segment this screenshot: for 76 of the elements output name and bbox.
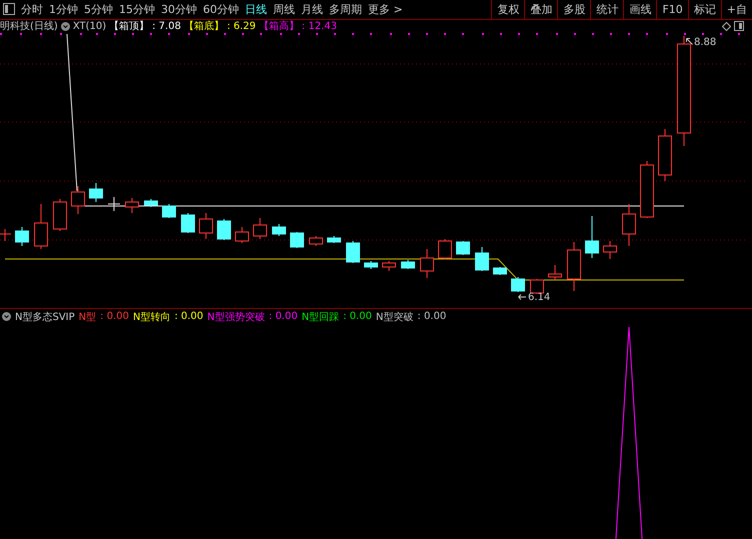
candlestick — [438, 238, 452, 260]
panel-icon[interactable] — [734, 21, 744, 31]
period-tab[interactable]: 60分钟 — [200, 0, 242, 19]
legend-label: 【箱顶】 — [109, 20, 150, 33]
candlestick — [585, 216, 599, 258]
legend-value: : 0.00 — [174, 311, 204, 322]
legend-label: N型回踩 — [302, 310, 340, 324]
candlestick — [475, 246, 489, 272]
legend-label: 【箱高】 — [258, 20, 299, 33]
legend-value: : 0.00 — [343, 311, 372, 322]
legend-value: : 6.29 — [226, 20, 256, 32]
legend-label: N型强势突破 — [207, 310, 265, 324]
candlestick — [34, 204, 48, 250]
candlestick — [89, 182, 103, 202]
candlestick — [15, 226, 29, 246]
candlestick — [567, 242, 581, 292]
candlestick — [217, 218, 231, 240]
candlestick — [108, 196, 120, 212]
candlestick — [548, 264, 562, 280]
candlestick — [0, 228, 12, 242]
legend-value: : 7.08 — [152, 20, 181, 32]
legend-label: 【箱底】 — [184, 20, 224, 33]
dropdown-icon[interactable] — [2, 312, 11, 321]
candlestick — [162, 204, 176, 218]
period-tab[interactable]: 日线 — [242, 0, 270, 19]
panel-toggle-icon[interactable] — [3, 3, 15, 15]
dropdown-icon[interactable] — [60, 22, 70, 30]
legend-label: N型突破 — [376, 310, 414, 324]
candlestick — [125, 198, 139, 214]
candlestick — [640, 160, 654, 218]
period-tab[interactable]: 月线 — [298, 0, 326, 19]
candlestick — [272, 224, 286, 236]
stock-title: 明科技(日线) — [0, 20, 58, 33]
candlestick — [71, 186, 85, 214]
legend-value: : 12.43 — [302, 20, 337, 32]
candlestick — [144, 198, 158, 208]
period-tab[interactable]: 更多 > — [365, 0, 406, 19]
period-tab[interactable]: 多周期 — [326, 0, 365, 19]
candlestick — [364, 260, 378, 270]
period-tab[interactable]: 周线 — [270, 0, 298, 19]
pointer-arrow-icon — [686, 38, 693, 45]
candlestick — [327, 236, 341, 244]
candlestick — [235, 226, 249, 244]
diamond-icon[interactable] — [722, 22, 731, 30]
candlestick — [511, 276, 525, 292]
candlestick — [658, 128, 672, 182]
candlestick — [290, 232, 304, 248]
candlestick — [603, 240, 617, 260]
legend-value: : 0.00 — [100, 311, 129, 322]
legend-value: : 0.00 — [268, 311, 298, 322]
candlestick — [253, 218, 267, 240]
candlestick — [346, 240, 360, 264]
low-price-label: 6.14 — [528, 292, 550, 303]
candlestick — [382, 260, 396, 272]
legend-label: N型转向 — [132, 310, 170, 324]
period-tab[interactable]: 分时 — [18, 0, 46, 19]
candlestick — [199, 212, 213, 240]
indicator-name: XT(10) — [72, 20, 106, 32]
candlestick — [420, 248, 434, 278]
candlestick — [401, 260, 415, 270]
candlestick — [493, 266, 507, 276]
candlestick — [309, 236, 323, 246]
legend-value: : 0.00 — [417, 311, 446, 322]
candlestick — [530, 278, 544, 294]
candlestick — [181, 212, 195, 234]
candlestick — [622, 204, 636, 246]
period-tab[interactable]: 1分钟 — [46, 0, 81, 19]
period-tab[interactable]: 15分钟 — [116, 0, 158, 19]
pointer-arrow-icon — [518, 294, 526, 300]
period-tab[interactable]: 5分钟 — [81, 0, 116, 19]
candlestick — [53, 198, 67, 232]
high-price-label: 8.88 — [694, 37, 716, 48]
candlestick — [456, 240, 470, 256]
period-tab[interactable]: 30分钟 — [158, 0, 200, 19]
legend-label: N型 — [78, 310, 96, 324]
indicator-name: N型多态SVIP — [15, 310, 75, 324]
